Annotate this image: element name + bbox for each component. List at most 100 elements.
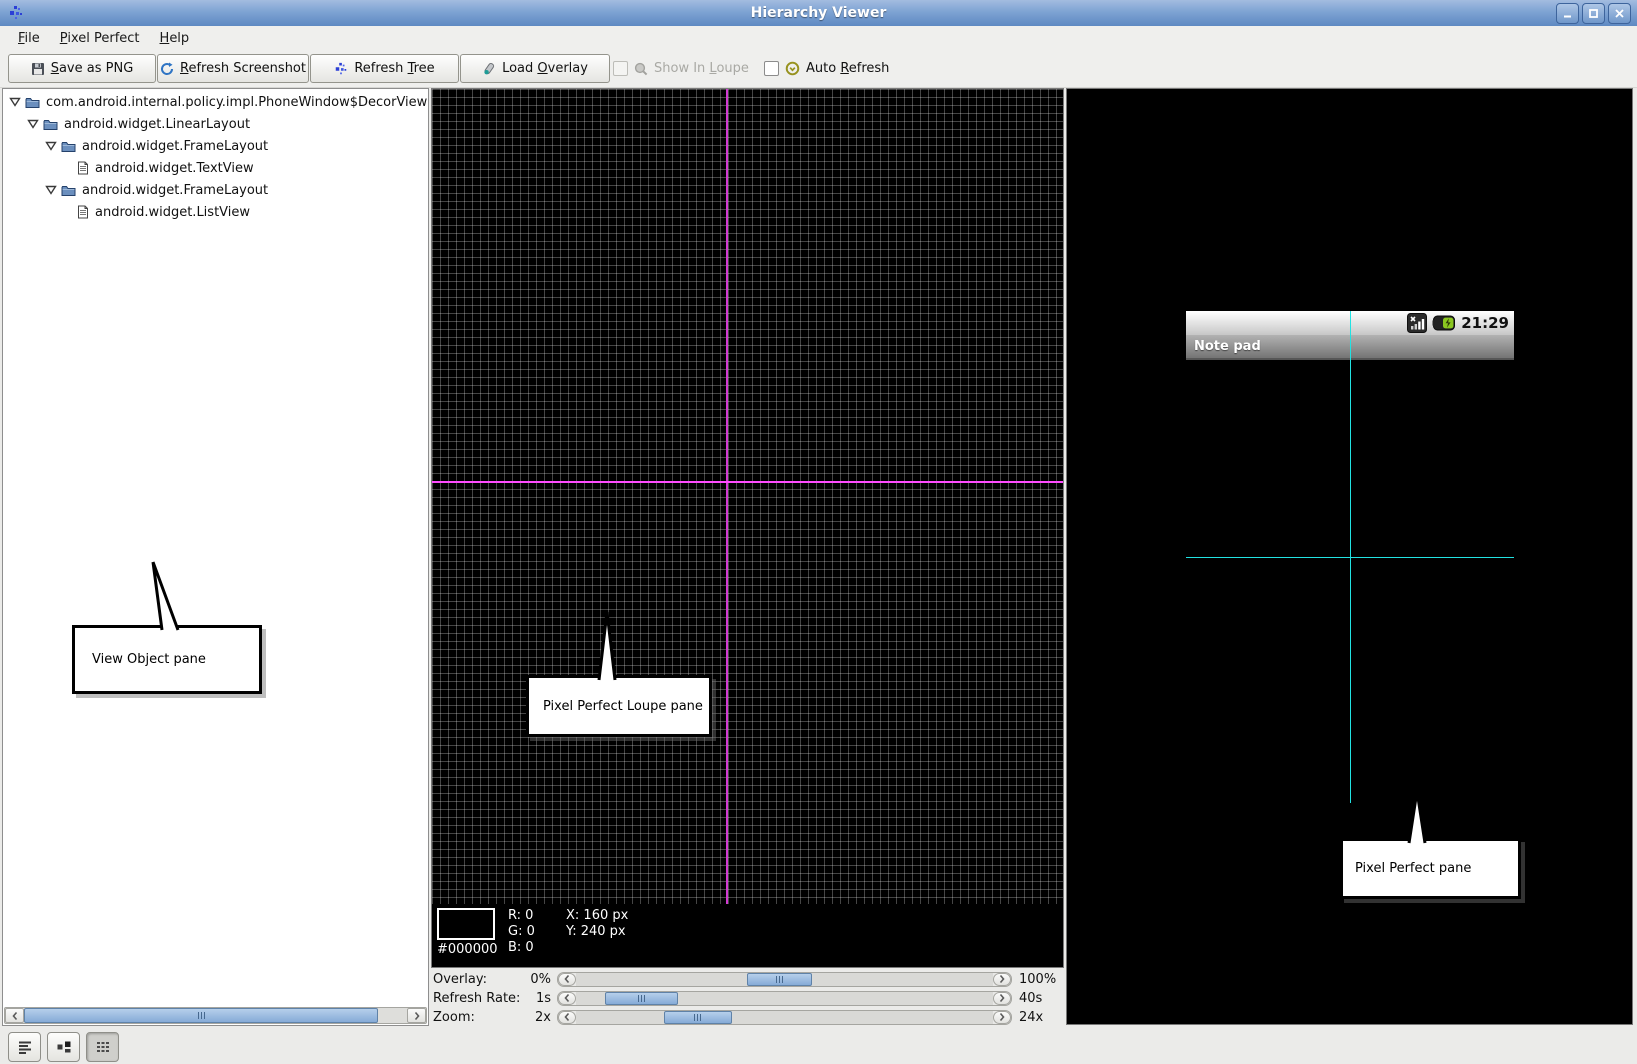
- chevron-left-icon: [563, 993, 571, 1003]
- refresh-rate-slider-value: 1s: [523, 991, 551, 1006]
- app-logo-icon: [8, 5, 24, 21]
- pixel-perfect-crosshair-horizontal: [1186, 557, 1514, 558]
- pixel-blue-value: B: 0: [508, 940, 566, 956]
- pixel-perfect-loupe-pane[interactable]: #000000 R: 0 G: 0 B: 0 X: 160 px Y: 240 …: [431, 88, 1064, 968]
- tree-horizontal-scrollbar[interactable]: [4, 1007, 427, 1024]
- pixel-perfect-view-button[interactable]: [86, 1032, 119, 1062]
- battery-charging-icon: [1432, 315, 1456, 331]
- maximize-button[interactable]: [1582, 3, 1605, 24]
- pixel-perfect-pane-callout: Pixel Perfect pane: [1340, 838, 1521, 899]
- chevron-left-icon: [11, 1011, 19, 1021]
- slider-track[interactable]: [576, 973, 993, 986]
- floppy-icon: [31, 62, 45, 76]
- pixel-red-value: R: 0: [508, 908, 566, 924]
- menu-bar: File Pixel Perfect Help: [0, 26, 1637, 50]
- folder-icon: [61, 184, 76, 197]
- window-controls: [1556, 3, 1631, 24]
- pixel-green-value: G: 0: [508, 924, 566, 940]
- signal-strength-icon: [1407, 313, 1427, 333]
- tree-item-label: android.widget.LinearLayout: [64, 117, 250, 132]
- slider-decrease-button[interactable]: [558, 1011, 576, 1024]
- scroll-left-button[interactable]: [5, 1008, 24, 1023]
- menu-help[interactable]: Help: [150, 28, 200, 49]
- view-object-pane-callout: View Object pane: [72, 625, 262, 694]
- auto-refresh-clock-icon: [785, 61, 800, 76]
- zoom-slider-label: Zoom:: [433, 1010, 523, 1025]
- blocks-icon: [56, 1039, 72, 1055]
- zoom-slider-value: 2x: [523, 1010, 551, 1025]
- slider-track[interactable]: [576, 1011, 993, 1024]
- pixel-hex-value: #000000: [437, 942, 508, 957]
- show-in-loupe-checkbox[interactable]: [613, 61, 628, 76]
- callout-text: Pixel Perfect Loupe pane: [543, 699, 703, 714]
- maximize-icon: [1588, 8, 1599, 19]
- tree-item-label: android.widget.FrameLayout: [82, 183, 268, 198]
- slider-increase-button[interactable]: [993, 992, 1011, 1005]
- slider-thumb[interactable]: [747, 973, 812, 986]
- expander-open-icon[interactable]: [45, 141, 57, 151]
- tree-view-button[interactable]: [8, 1032, 41, 1062]
- expander-open-icon[interactable]: [27, 119, 39, 129]
- save-as-png-label: Save as PNG: [51, 61, 134, 76]
- device-clock: 21:29: [1461, 314, 1509, 332]
- chevron-right-icon: [998, 1012, 1006, 1022]
- hierarchy-tree: com.android.internal.policy.impl.PhoneWi…: [3, 91, 428, 223]
- refresh-rate-slider-row: Refresh Rate: 1s 40s: [433, 989, 1064, 1007]
- tree-item-framelayout-2[interactable]: android.widget.FrameLayout: [3, 179, 428, 201]
- window-title: Hierarchy Viewer: [0, 5, 1637, 21]
- save-as-png-button[interactable]: Save as PNG: [8, 54, 156, 83]
- minimize-button[interactable]: [1556, 3, 1579, 24]
- loupe-crosshair-vertical: [726, 89, 728, 967]
- menu-file[interactable]: File: [8, 28, 50, 49]
- chevron-left-icon: [563, 1012, 571, 1022]
- overlay-slider[interactable]: [557, 972, 1012, 987]
- tree-item-linearlayout[interactable]: android.widget.LinearLayout: [3, 113, 428, 135]
- tree-item-textview[interactable]: android.widget.TextView: [3, 157, 428, 179]
- refresh-tree-button[interactable]: Refresh Tree: [310, 54, 459, 83]
- scrollbar-track[interactable]: [24, 1008, 407, 1023]
- callout-text: Pixel Perfect pane: [1355, 861, 1471, 876]
- slider-thumb[interactable]: [664, 1011, 733, 1024]
- folder-icon: [25, 96, 40, 109]
- folder-icon: [43, 118, 58, 131]
- tree-item-decorview[interactable]: com.android.internal.policy.impl.PhoneWi…: [3, 91, 428, 113]
- chevron-right-icon: [413, 1011, 421, 1021]
- layout-view-button[interactable]: [47, 1032, 80, 1062]
- refresh-screenshot-button[interactable]: Refresh Screenshot: [157, 54, 309, 83]
- zoom-slider[interactable]: [557, 1010, 1012, 1025]
- callout-text: View Object pane: [92, 652, 206, 667]
- scroll-right-button[interactable]: [407, 1008, 426, 1023]
- slider-increase-button[interactable]: [993, 973, 1011, 986]
- title-bar[interactable]: Hierarchy Viewer: [0, 0, 1637, 27]
- auto-refresh-checkbox-group: Auto Refresh: [764, 55, 889, 82]
- tree-item-framelayout-1[interactable]: android.widget.FrameLayout: [3, 135, 428, 157]
- list-lines-icon: [17, 1039, 33, 1055]
- loupe-crosshair-horizontal: [432, 481, 1063, 483]
- menu-pixel-perfect[interactable]: Pixel Perfect: [50, 28, 150, 49]
- tree-item-listview[interactable]: android.widget.ListView: [3, 201, 428, 223]
- loupe-pane-callout: Pixel Perfect Loupe pane: [526, 675, 712, 737]
- minimize-icon: [1562, 8, 1573, 19]
- chevron-right-icon: [998, 993, 1006, 1003]
- pixel-x-coordinate: X: 160 px: [566, 908, 628, 924]
- loupe-icon: [634, 62, 648, 76]
- slider-decrease-button[interactable]: [558, 973, 576, 986]
- show-in-loupe-checkbox-group: Show In Loupe: [613, 55, 749, 82]
- refresh-rate-slider[interactable]: [557, 991, 1012, 1006]
- auto-refresh-checkbox[interactable]: [764, 61, 779, 76]
- slider-increase-button[interactable]: [993, 1011, 1011, 1024]
- zoom-slider-row: Zoom: 2x 24x: [433, 1008, 1064, 1026]
- slider-thumb[interactable]: [605, 992, 678, 1005]
- scrollbar-thumb[interactable]: [24, 1008, 378, 1023]
- load-overlay-button[interactable]: Load Overlay: [460, 54, 610, 83]
- slider-track[interactable]: [576, 992, 993, 1005]
- slider-decrease-button[interactable]: [558, 992, 576, 1005]
- folder-icon: [61, 140, 76, 153]
- expander-open-icon[interactable]: [45, 185, 57, 195]
- pixel-info-panel: #000000 R: 0 G: 0 B: 0 X: 160 px Y: 240 …: [432, 904, 1063, 967]
- tree-item-label: android.widget.ListView: [95, 205, 250, 220]
- tree-item-label: android.widget.TextView: [95, 161, 254, 176]
- hierarchy-viewer-window: Hierarchy Viewer File Pixel Perfect Help…: [0, 0, 1637, 1064]
- expander-open-icon[interactable]: [9, 97, 21, 107]
- close-button[interactable]: [1608, 3, 1631, 24]
